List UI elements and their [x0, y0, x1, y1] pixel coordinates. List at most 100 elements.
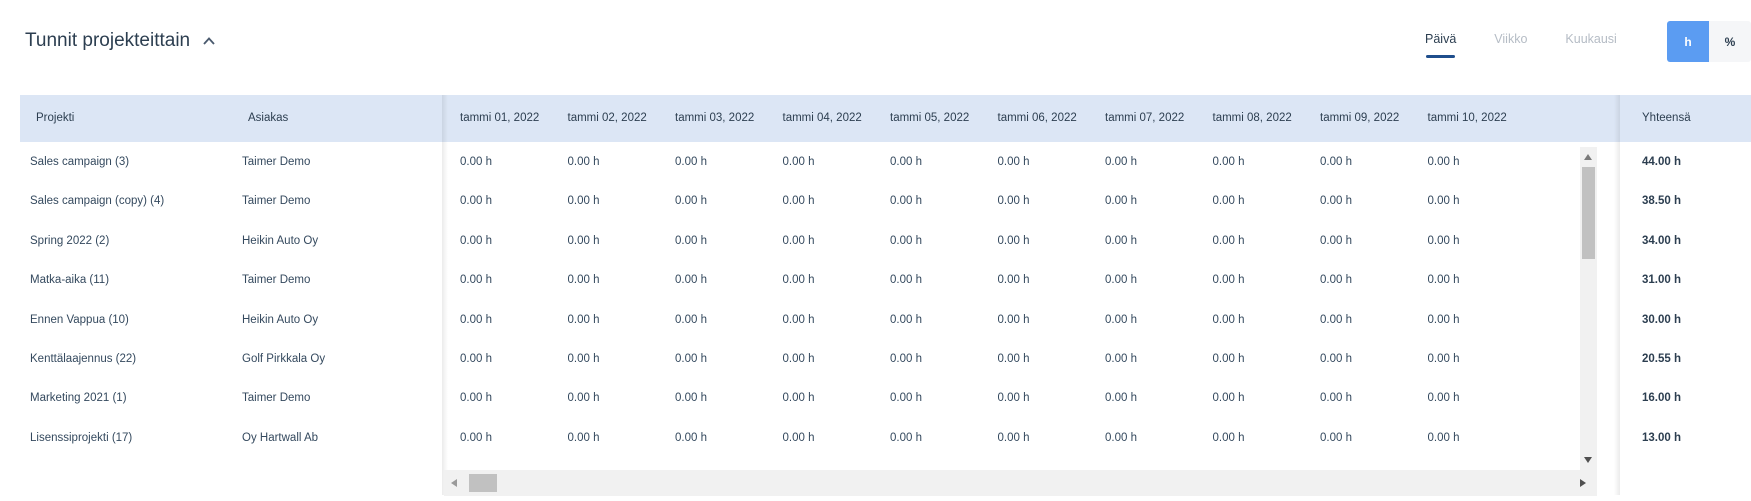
- scroll-up-arrow-icon[interactable]: [1584, 154, 1592, 160]
- vertical-scroll-thumb[interactable]: [1582, 167, 1595, 259]
- day-hours-cell: 0.00 h: [675, 234, 707, 247]
- chevron-up-icon[interactable]: [202, 34, 216, 48]
- project-name-cell[interactable]: Sales campaign (3): [30, 142, 129, 184]
- day-hours-cell: 0.00 h: [1320, 313, 1352, 326]
- day-hours-cell: 0.00 h: [460, 353, 492, 365]
- day-hours-cell: 0.00 h: [1212, 156, 1245, 168]
- column-header-customer[interactable]: Asiakas: [248, 95, 288, 142]
- day-hours-cell: 0.00 h: [1320, 353, 1352, 365]
- vertical-scrollbar[interactable]: [1580, 147, 1597, 470]
- column-header-day[interactable]: tammi 02, 2022: [568, 95, 647, 142]
- column-header-day[interactable]: tammi 10, 2022: [1428, 95, 1507, 142]
- customer-name-cell: Golf Pirkkala Oy: [242, 353, 326, 365]
- table-row-days: 0.00 h 0.00 h 0.00 h 0.00 h 0.00 h 0.00 h 0.00…: [444, 298, 1617, 342]
- horizontal-scroll-thumb[interactable]: [469, 474, 497, 492]
- table-row[interactable]: Spring 2022 (2) Heikin Auto Oy: [20, 219, 442, 263]
- day-hours-cell: 0.00 h: [675, 353, 707, 365]
- scroll-left-arrow-icon[interactable]: [451, 479, 457, 487]
- day-hours-cell: 0.00 h: [675, 392, 707, 405]
- unit-percent-button[interactable]: %: [1709, 21, 1751, 62]
- table-row[interactable]: Kenttälaajennus (22) Golf Pirkkala Oy: [20, 337, 442, 381]
- day-hours-cell: 0.00 h: [1427, 392, 1460, 405]
- customer-name-cell: Taimer Demo: [242, 274, 311, 287]
- scroll-right-arrow-icon[interactable]: [1580, 479, 1586, 487]
- day-hours-cell: 0.00 h: [1427, 156, 1460, 168]
- project-name-cell[interactable]: Matka-aika (11): [30, 258, 109, 302]
- table-row-total: 38.50 h: [1620, 179, 1751, 223]
- day-hours-cell: 0.00 h: [675, 313, 707, 326]
- day-hours-cell: 0.00 h: [782, 392, 815, 405]
- day-hours-cell: 0.00 h: [1212, 274, 1245, 287]
- day-hours-cell: 0.00 h: [997, 274, 1030, 287]
- total-hours-cell: 20.55 h: [1642, 353, 1681, 365]
- column-header-day[interactable]: tammi 03, 2022: [675, 95, 754, 142]
- column-header-total[interactable]: Yhteensä: [1642, 95, 1691, 142]
- column-header-day[interactable]: tammi 05, 2022: [890, 95, 969, 142]
- column-header-day[interactable]: tammi 06, 2022: [998, 95, 1077, 142]
- table-row[interactable]: Marketing 2021 (1) Taimer Demo: [20, 376, 442, 420]
- table-row-total: 44.00 h: [1620, 142, 1751, 184]
- tab-week[interactable]: Viikko: [1494, 32, 1527, 46]
- day-hours-cell: 0.00 h: [460, 431, 492, 444]
- day-hours-cell: 0.00 h: [890, 195, 922, 208]
- unit-hours-button[interactable]: h: [1667, 21, 1709, 62]
- column-header-day[interactable]: tammi 09, 2022: [1320, 95, 1399, 142]
- tab-month[interactable]: Kuukausi: [1565, 32, 1616, 46]
- day-hours-cell: 0.00 h: [1320, 274, 1352, 287]
- day-hours-cell: 0.00 h: [460, 313, 492, 326]
- day-hours-cell: 0.00 h: [890, 156, 922, 168]
- column-header-day[interactable]: tammi 07, 2022: [1105, 95, 1184, 142]
- scroll-down-arrow-icon[interactable]: [1584, 457, 1592, 463]
- project-name-cell[interactable]: Ennen Vappua (10): [30, 298, 129, 342]
- day-hours-cell: 0.00 h: [890, 353, 922, 365]
- day-hours-cell: 0.00 h: [782, 195, 815, 208]
- day-hours-cell: 0.00 h: [1320, 392, 1352, 405]
- table-row[interactable]: Matka-aika (11) Taimer Demo: [20, 258, 442, 302]
- table-row-days: 0.00 h 0.00 h 0.00 h 0.00 h 0.00 h 0.00 h 0.00…: [444, 337, 1617, 381]
- day-hours-cell: 0.00 h: [890, 313, 922, 326]
- table-row[interactable]: Ennen Vappua (10) Heikin Auto Oy: [20, 298, 442, 342]
- column-header-project[interactable]: Projekti: [36, 95, 74, 142]
- day-hours-cell: 0.00 h: [1427, 353, 1460, 365]
- day-hours-cell: 0.00 h: [460, 392, 492, 405]
- total-hours-cell: 30.00 h: [1642, 313, 1681, 326]
- project-name-cell[interactable]: Lisenssiprojekti (17): [30, 416, 132, 460]
- table-row-total: 31.00 h: [1620, 258, 1751, 302]
- column-header-day[interactable]: tammi 04, 2022: [783, 95, 862, 142]
- horizontal-scrollbar[interactable]: [444, 470, 1597, 496]
- day-hours-cell: 0.00 h: [567, 313, 600, 326]
- day-hours-cell: 0.00 h: [782, 234, 815, 247]
- day-hours-cell: 0.00 h: [460, 234, 492, 247]
- project-name-cell[interactable]: Spring 2022 (2): [30, 219, 109, 263]
- table-row[interactable]: Sales campaign (copy) (4) Taimer Demo: [20, 179, 442, 223]
- customer-name-cell: Taimer Demo: [242, 195, 311, 208]
- project-name-cell[interactable]: Marketing 2021 (1): [30, 376, 127, 420]
- day-hours-cell: 0.00 h: [567, 274, 600, 287]
- project-name-cell[interactable]: Kenttälaajennus (22): [30, 337, 136, 381]
- day-hours-cell: 0.00 h: [890, 392, 922, 405]
- day-hours-cell: 0.00 h: [460, 195, 492, 208]
- table-row-days: 0.00 h 0.00 h 0.00 h 0.00 h 0.00 h 0.00 h 0.00…: [444, 258, 1617, 302]
- day-hours-cell: 0.00 h: [675, 274, 707, 287]
- pinned-total-pane: 44.00 h 38.50 h 34.00 h 31.00 h 30.00 h 20.55…: [1620, 142, 1751, 472]
- tab-day[interactable]: Päivä: [1425, 32, 1456, 58]
- day-hours-cell: 0.00 h: [1105, 431, 1137, 444]
- view-tabs: Päivä Viikko Kuukausi: [1425, 32, 1655, 58]
- column-header-day[interactable]: tammi 08, 2022: [1213, 95, 1292, 142]
- day-hours-cell: 0.00 h: [1427, 431, 1460, 444]
- day-hours-cell: 0.00 h: [1212, 392, 1245, 405]
- table-row-total: 20.55 h: [1620, 337, 1751, 381]
- day-hours-cell: 0.00 h: [675, 431, 707, 444]
- table-row[interactable]: Lisenssiprojekti (17) Oy Hartwall Ab: [20, 416, 442, 460]
- table-row[interactable]: Sales campaign (3) Taimer Demo: [20, 142, 442, 184]
- day-hours-cell: 0.00 h: [782, 431, 815, 444]
- day-hours-cell: 0.00 h: [1105, 234, 1137, 247]
- project-name-cell[interactable]: Sales campaign (copy) (4): [30, 179, 164, 223]
- day-hours-cell: 0.00 h: [1212, 234, 1245, 247]
- column-header-day[interactable]: tammi 01, 2022: [460, 95, 539, 142]
- day-hours-cell: 0.00 h: [567, 234, 600, 247]
- day-hours-cell: 0.00 h: [782, 353, 815, 365]
- day-hours-cell: 0.00 h: [567, 392, 600, 405]
- day-hours-cell: 0.00 h: [1212, 313, 1245, 326]
- day-hours-cell: 0.00 h: [997, 234, 1030, 247]
